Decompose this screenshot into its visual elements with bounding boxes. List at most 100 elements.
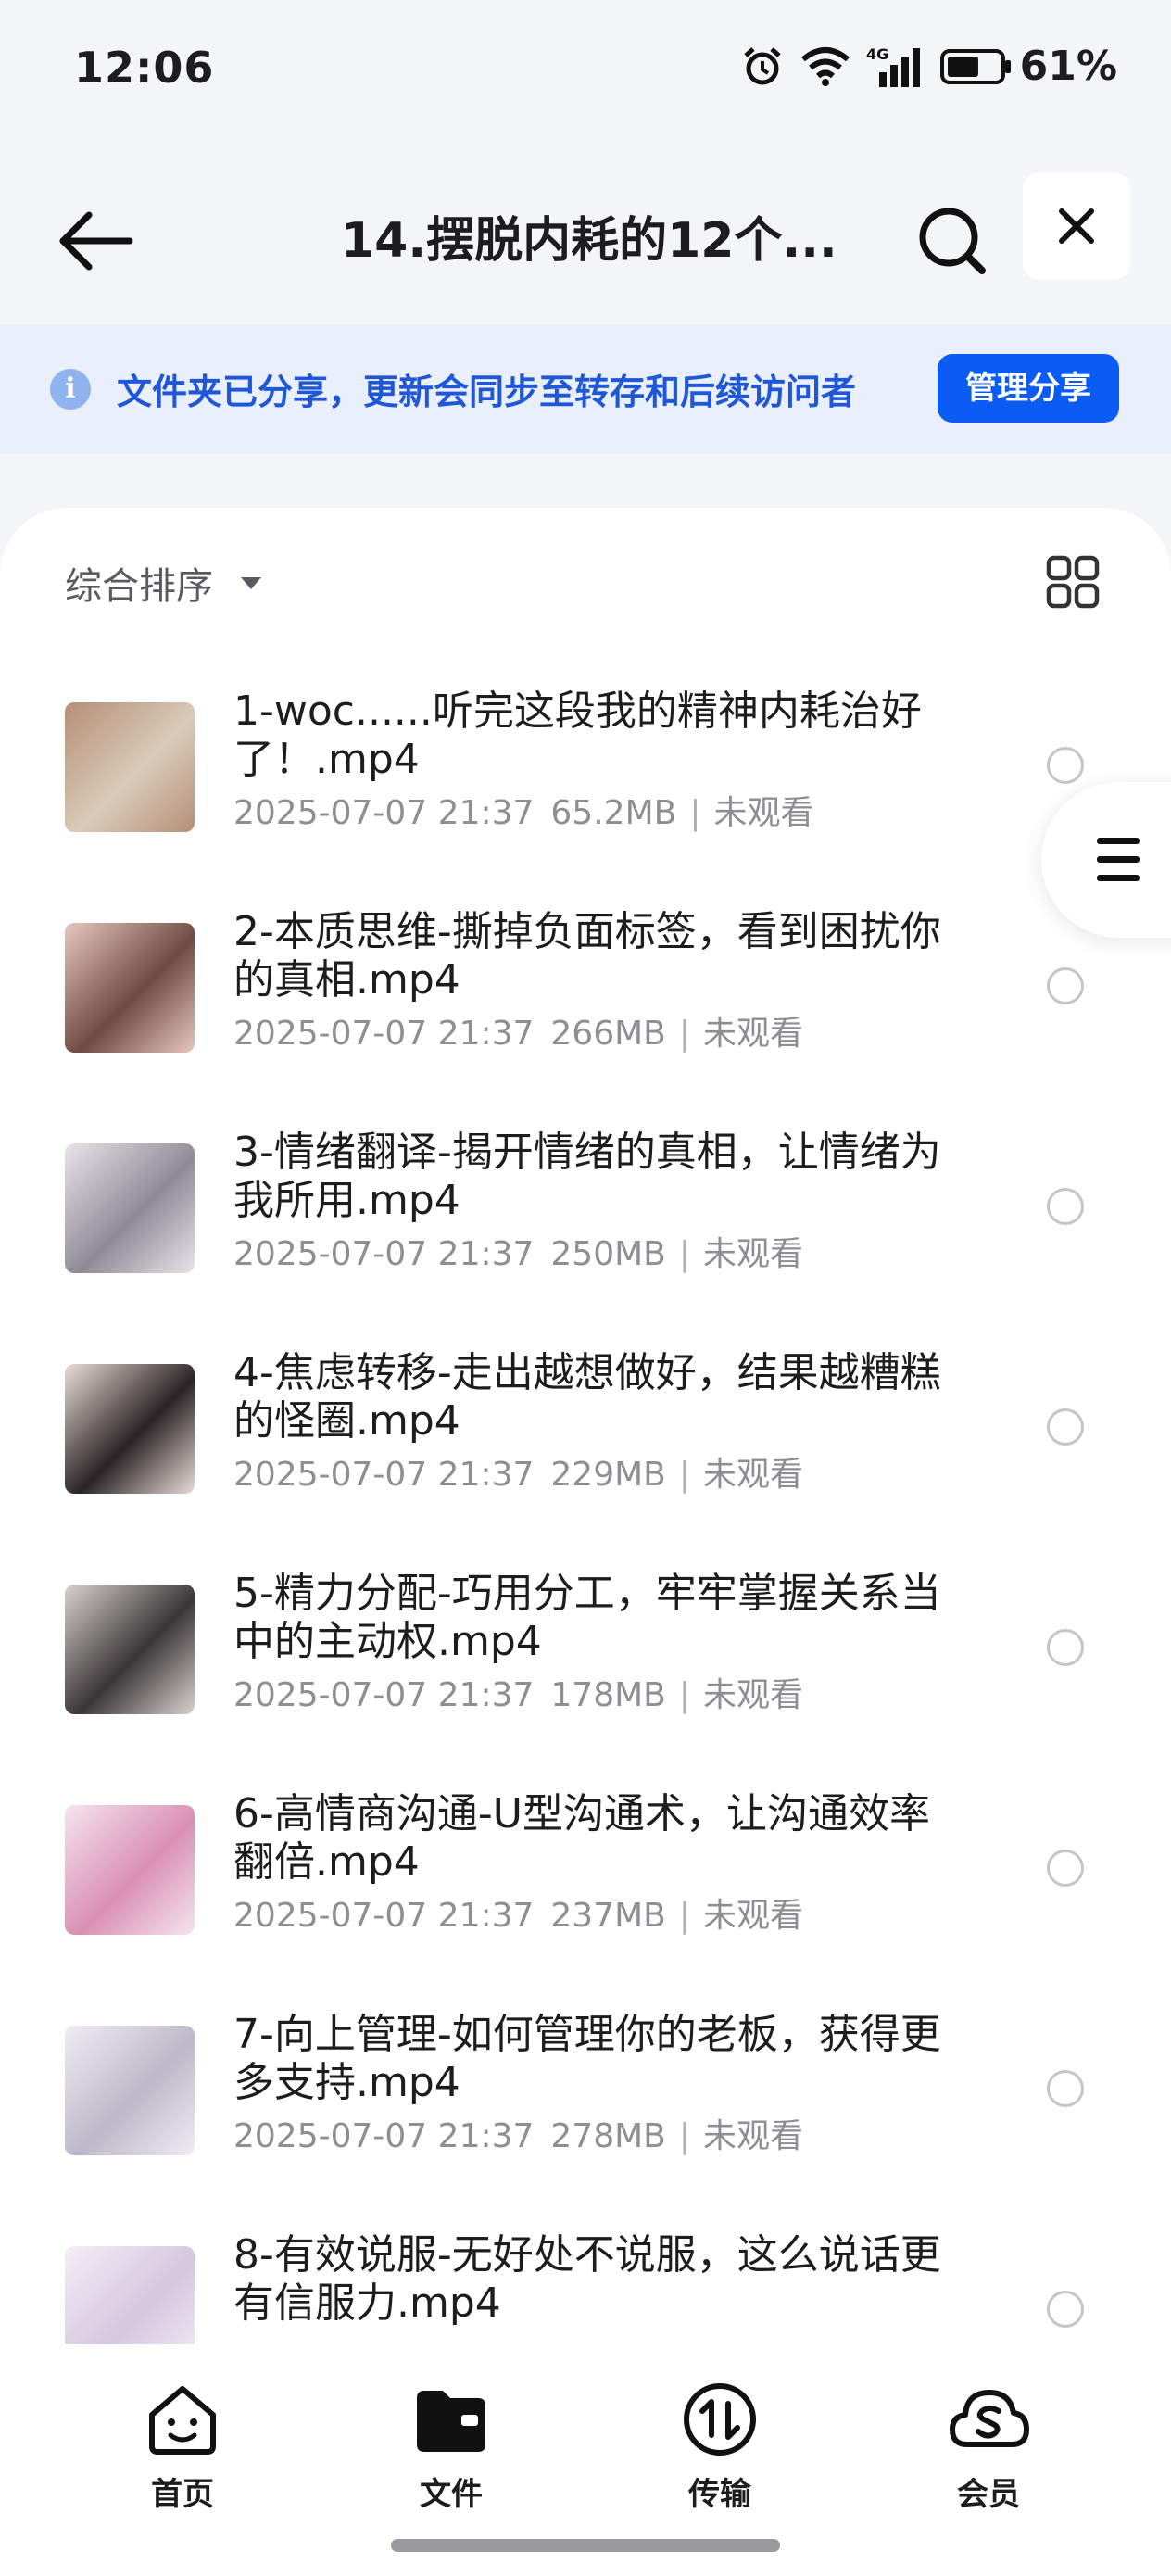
file-size: 278MB (550, 2117, 666, 2155)
file-name: 5-精力分配-巧用分工，牢牢掌握关系当中的主动权.mp4 (233, 1570, 941, 1665)
file-date: 2025-07-07 21:37 (233, 1676, 535, 1714)
wifi-icon (800, 46, 850, 86)
share-banner-text: 文件夹已分享，更新会同步至转存和后续访问者 (117, 372, 857, 412)
select-radio[interactable] (1047, 1629, 1084, 1666)
file-size: 178MB (550, 1676, 666, 1714)
file-name: 3-情绪翻译-揭开情绪的真相，让情绪为我所用.mp4 (233, 1129, 941, 1224)
file-meta: 2025-07-07 21:37 237MB | 未观看 (233, 1888, 803, 1937)
meta-divider: | (689, 794, 701, 832)
file-row[interactable]: 2-本质思维-撕掉负面标签，看到困扰你的真相.mp4 2025-07-07 21:… (0, 901, 1171, 1121)
home-face-icon (149, 2386, 216, 2455)
status-time: 12:06 (74, 43, 215, 93)
sort-dropdown[interactable]: 综合排序 (65, 556, 261, 610)
file-row[interactable]: 6-高情商沟通-U型沟通术，让沟通效率翻倍.mp4 2025-07-07 21:3… (0, 1783, 1171, 2003)
status-icons: 4G 61% (740, 43, 1117, 90)
meta-divider: | (678, 1897, 691, 1935)
home-indicator[interactable] (391, 2539, 780, 2552)
close-button[interactable] (1023, 172, 1130, 280)
folder-icon (417, 2391, 485, 2452)
video-thumbnail (65, 1585, 195, 1714)
status-bar: 12:06 4G 61% (0, 0, 1171, 139)
file-name: 7-向上管理-如何管理你的老板，获得更多支持.mp4 (233, 2011, 941, 2106)
watch-status: 未观看 (713, 794, 814, 832)
select-radio[interactable] (1047, 747, 1084, 784)
file-meta: 2025-07-07 21:37 229MB | 未观看 (233, 1447, 803, 1496)
select-radio[interactable] (1047, 1408, 1084, 1446)
battery: 61% (939, 43, 1117, 90)
tab-label: 传输 (688, 2476, 751, 2513)
file-size: 65.2MB (550, 794, 677, 832)
menu-icon (1097, 838, 1140, 893)
file-size: 266MB (550, 1015, 666, 1053)
network-type: 4G (866, 45, 888, 63)
battery-percent: 61% (1019, 43, 1117, 90)
page-title: 14.摆脱内耗的12个... (341, 213, 837, 269)
tab-home[interactable]: 首页 (90, 2378, 275, 2514)
select-radio[interactable] (1047, 1850, 1084, 1887)
tab-label: 首页 (151, 2476, 214, 2513)
select-radio[interactable] (1047, 2291, 1084, 2328)
tab-transfer[interactable]: 传输 (627, 2378, 812, 2514)
alarm-icon (744, 46, 781, 84)
file-list-card: 综合排序 1-woc......听完这段我的精神内耗治好了！.mp4 2025-0… (0, 508, 1171, 2370)
file-row[interactable]: 7-向上管理-如何管理你的老板，获得更多支持.mp4 2025-07-07 21:… (0, 2003, 1171, 2224)
file-size: 229MB (550, 1456, 666, 1494)
close-icon (1059, 208, 1094, 244)
back-button[interactable] (52, 195, 145, 287)
transfer-icon (684, 2383, 756, 2456)
watch-status: 未观看 (703, 1235, 804, 1273)
watch-status: 未观看 (703, 1456, 804, 1494)
meta-divider: | (678, 2117, 691, 2155)
file-name: 4-焦虑转移-走出越想做好，结果越糟糕的怪圈.mp4 (233, 1349, 941, 1445)
video-thumbnail (65, 1364, 195, 1494)
back-arrow-icon (59, 211, 133, 271)
file-date: 2025-07-07 21:37 (233, 1897, 535, 1935)
file-name: 1-woc......听完这段我的精神内耗治好了！.mp4 (233, 688, 922, 783)
tab-label: 文件 (420, 2476, 483, 2513)
file-date: 2025-07-07 21:37 (233, 794, 535, 832)
file-name: 8-有效说服-无好处不说服，这么说话更有信服力.mp4 (233, 2231, 941, 2327)
file-date: 2025-07-07 21:37 (233, 1235, 535, 1273)
tab-files[interactable]: 文件 (359, 2378, 544, 2514)
top-nav: 14.摆脱内耗的12个... (0, 167, 1171, 306)
tab-label: 会员 (957, 2476, 1020, 2513)
file-name: 2-本质思维-撕掉负面标签，看到困扰你的真相.mp4 (233, 908, 941, 1004)
file-date: 2025-07-07 21:37 (233, 2117, 535, 2155)
meta-divider: | (678, 1015, 691, 1053)
file-date: 2025-07-07 21:37 (233, 1456, 535, 1494)
view-toggle-button[interactable] (1045, 554, 1101, 610)
file-meta: 2025-07-07 21:37 65.2MB | 未观看 (233, 786, 813, 834)
caret-down-icon (241, 576, 261, 589)
vip-cloud-icon (950, 2390, 1029, 2447)
video-thumbnail (65, 702, 195, 832)
file-row[interactable]: 1-woc......听完这段我的精神内耗治好了！.mp4 2025-07-07 … (0, 680, 1171, 901)
file-size: 237MB (550, 1897, 666, 1935)
file-row[interactable]: 4-焦虑转移-走出越想做好，结果越糟糕的怪圈.mp4 2025-07-07 21:… (0, 1342, 1171, 1562)
file-row[interactable]: 3-情绪翻译-揭开情绪的真相，让情绪为我所用.mp4 2025-07-07 21:… (0, 1121, 1171, 1342)
watch-status: 未观看 (703, 1676, 804, 1714)
battery-icon (939, 48, 1011, 84)
watch-status: 未观看 (703, 1897, 804, 1935)
sort-label: 综合排序 (65, 565, 213, 608)
signal-icon: 4G (866, 45, 920, 87)
watch-status: 未观看 (703, 1015, 804, 1053)
meta-divider: | (678, 1235, 691, 1273)
search-button[interactable] (906, 195, 999, 287)
select-radio[interactable] (1047, 2070, 1084, 2107)
file-meta: 2025-07-07 21:37 178MB | 未观看 (233, 1668, 803, 1716)
file-meta: 2025-07-07 21:37 250MB | 未观看 (233, 1227, 803, 1275)
meta-divider: | (678, 1676, 691, 1714)
search-icon (919, 208, 986, 274)
file-row[interactable]: 5-精力分配-巧用分工，牢牢掌握关系当中的主动权.mp4 2025-07-07 2… (0, 1562, 1171, 1783)
file-date: 2025-07-07 21:37 (233, 1015, 535, 1053)
manage-share-button[interactable]: 管理分享 (938, 354, 1119, 423)
file-size: 250MB (550, 1235, 666, 1273)
select-radio[interactable] (1047, 967, 1084, 1004)
select-radio[interactable] (1047, 1188, 1084, 1225)
file-name: 6-高情商沟通-U型沟通术，让沟通效率翻倍.mp4 (233, 1790, 930, 1886)
tab-vip[interactable]: 会员 (896, 2378, 1081, 2514)
share-banner: i 文件夹已分享，更新会同步至转存和后续访问者 管理分享 (0, 324, 1171, 454)
video-thumbnail (65, 1143, 195, 1273)
file-meta: 2025-07-07 21:37 266MB | 未观看 (233, 1006, 803, 1054)
watch-status: 未观看 (703, 2117, 804, 2155)
